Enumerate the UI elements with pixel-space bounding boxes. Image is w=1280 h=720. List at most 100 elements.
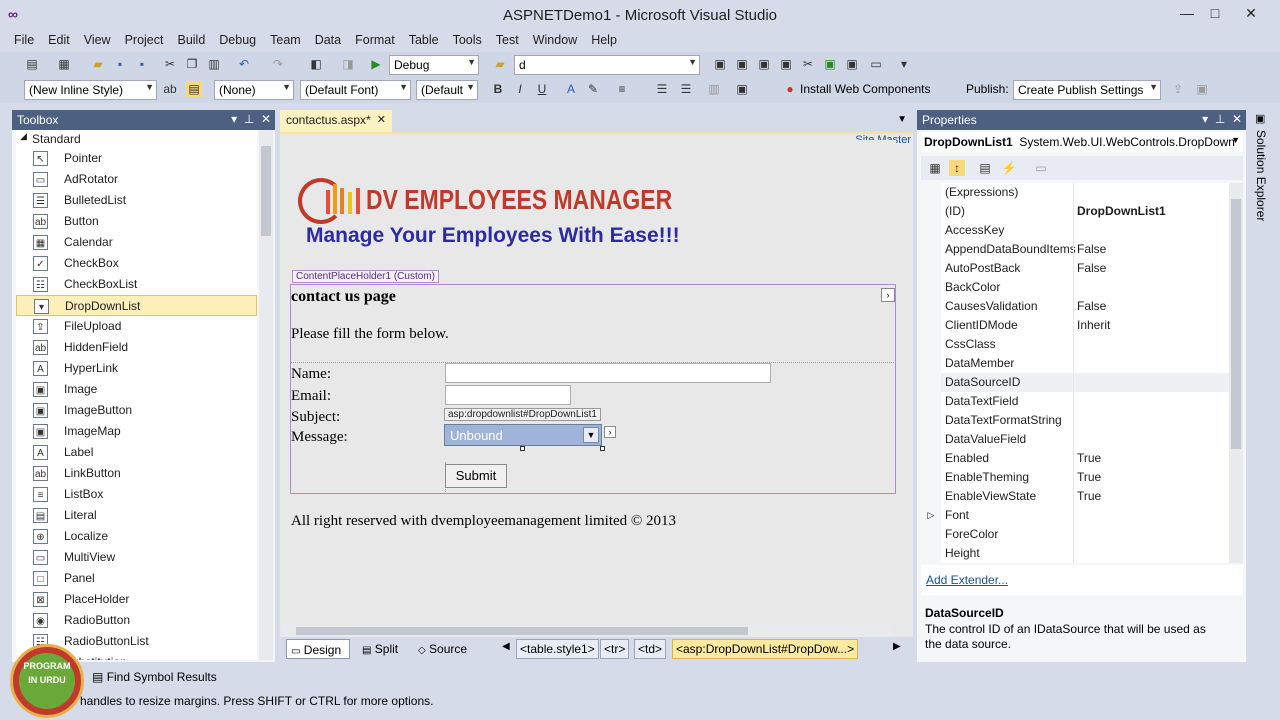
toolbox-item-placeholder[interactable]: ⊠ PlaceHolder	[16, 589, 257, 610]
breadcrumb-dropdownlist[interactable]: <asp:DropDownList#DropDow...>	[672, 639, 859, 659]
events-icon[interactable]: ⚡	[1001, 160, 1017, 176]
menu-help[interactable]: Help	[584, 30, 624, 47]
tab-overflow-icon[interactable]: ▼	[897, 114, 907, 125]
toolbox-item-localize[interactable]: ⊕ Localize	[16, 526, 257, 547]
resize-handle-bottom[interactable]	[520, 446, 525, 451]
name-field[interactable]	[445, 363, 771, 383]
property-row[interactable]: Height	[921, 544, 1229, 563]
alphabetical-icon[interactable]: ↕	[949, 160, 965, 176]
property-row[interactable]: DataTextField	[921, 392, 1229, 411]
properties-scroll-thumb[interactable]	[1231, 199, 1241, 449]
toolbox-item-imagebutton[interactable]: ▣ ImageButton	[16, 400, 257, 421]
dropdown-tag[interactable]: asp:dropdownlist#DropDownList1	[444, 408, 601, 421]
pin-icon[interactable]: ⊥	[1215, 112, 1225, 126]
resize-handle-corner[interactable]	[600, 446, 605, 451]
solution-configuration-select[interactable]: Debug ▼	[389, 55, 479, 75]
smart-tag-icon[interactable]: ›	[881, 288, 895, 302]
cut-icon[interactable]: ✂	[162, 56, 178, 72]
style-apply-icon[interactable]: ab	[162, 81, 178, 97]
content-placeholder[interactable]	[290, 284, 896, 494]
toolbox-item-hyperlink[interactable]: A HyperLink	[16, 358, 257, 379]
toolbar-icon-e[interactable]: ✂	[800, 56, 816, 72]
navigate-forward-icon[interactable]: ◨	[340, 56, 356, 72]
property-value[interactable]: False	[1077, 242, 1106, 256]
toolbar-icon-b[interactable]: ▣	[734, 56, 750, 72]
property-row[interactable]: DataValueField	[921, 430, 1229, 449]
dropdown-icon[interactable]: ▾	[1202, 112, 1208, 126]
new-project-icon[interactable]: ▤	[24, 56, 40, 72]
breadcrumb-left-icon[interactable]: ◀	[502, 641, 510, 652]
dropdown-arrow-icon[interactable]: ▼	[583, 427, 599, 443]
toolbar-icon-d[interactable]: ▣	[778, 56, 794, 72]
property-row[interactable]: AccessKey	[921, 221, 1229, 240]
property-row[interactable]: AppendDataBoundItems False	[921, 240, 1229, 259]
menu-test[interactable]: Test	[489, 30, 526, 47]
design-hscroll-thumb[interactable]	[296, 627, 748, 635]
property-row[interactable]: DataTextFormatString	[921, 411, 1229, 430]
object-selector[interactable]: DropDownList1 System.Web.UI.WebControls.…	[921, 132, 1243, 152]
property-row[interactable]: CssClass	[921, 335, 1229, 354]
toolbox-item-hiddenfield[interactable]: ab HiddenField	[16, 337, 257, 358]
toolbox-item-panel[interactable]: □ Panel	[16, 568, 257, 589]
menu-tools[interactable]: Tools	[446, 30, 489, 47]
start-debugging-icon[interactable]: ▶	[368, 56, 384, 72]
save-all-icon[interactable]: ▪	[134, 56, 150, 72]
toolbox-item-image[interactable]: ▣ Image	[16, 379, 257, 400]
toolbox-item-linkbutton[interactable]: ab LinkButton	[16, 463, 257, 484]
font-color-icon[interactable]: A	[563, 81, 579, 97]
property-row[interactable]: ▷ Font	[921, 506, 1229, 525]
toolbox-item-fileupload[interactable]: ⇪ FileUpload	[16, 316, 257, 337]
properties-view-icon[interactable]: ▤	[977, 160, 993, 176]
property-value[interactable]: False	[1077, 261, 1106, 275]
toolbox-item-button[interactable]: ab Button	[16, 211, 257, 232]
breadcrumb-tr[interactable]: <tr>	[600, 639, 630, 659]
toolbar-icon-h[interactable]: ▭	[868, 56, 884, 72]
dropdown-icon[interactable]: ▾	[231, 112, 237, 126]
toolbox-item-calendar[interactable]: ▦ Calendar	[16, 232, 257, 253]
breadcrumb-td[interactable]: <td>	[634, 639, 667, 659]
toolbox-item-pointer[interactable]: ↖ Pointer	[16, 148, 257, 169]
install-web-components-button[interactable]: Install Web Components	[800, 82, 931, 96]
submit-button[interactable]: Submit	[445, 464, 507, 488]
menu-table[interactable]: Table	[402, 30, 446, 47]
font-size-select[interactable]: (Default ▼	[416, 80, 478, 100]
close-icon[interactable]: ✕	[261, 112, 271, 126]
underline-icon[interactable]: U	[534, 81, 550, 97]
toolbox-item-listbox[interactable]: ≡ ListBox	[16, 484, 257, 505]
dropdown-smart-tag-icon[interactable]: ›	[604, 426, 616, 438]
find-symbol-results-tab[interactable]: ▤ Find Symbol Results	[92, 670, 217, 684]
property-row[interactable]: DataMember	[921, 354, 1229, 373]
property-row[interactable]: DataSourceID	[921, 373, 1229, 392]
toolbox-item-adrotator[interactable]: ▭ AdRotator	[16, 169, 257, 190]
undo-icon[interactable]: ↶	[236, 56, 252, 72]
italic-icon[interactable]: I	[512, 81, 528, 97]
publish-web-icon[interactable]: ▣	[1194, 81, 1210, 97]
numbered-list-icon[interactable]: ☰	[654, 81, 670, 97]
property-row[interactable]: (ID) DropDownList1	[921, 202, 1229, 221]
style-select[interactable]: (New Inline Style) ▼	[24, 80, 157, 100]
minimize-button[interactable]: —	[1174, 2, 1200, 24]
menu-view[interactable]: View	[77, 30, 118, 47]
toolbar-icon-f[interactable]: ▣	[822, 56, 838, 72]
tab-split[interactable]: ▤ Split	[358, 639, 408, 659]
bold-icon[interactable]: B	[490, 81, 506, 97]
menu-data[interactable]: Data	[308, 30, 348, 47]
format-icon[interactable]: ▣	[734, 81, 750, 97]
add-extender-link[interactable]: Add Extender...	[926, 573, 1008, 587]
property-row[interactable]: AutoPostBack False	[921, 259, 1229, 278]
tab-source[interactable]: ◇ Source	[414, 639, 476, 659]
highlight-icon[interactable]: ✎	[585, 81, 601, 97]
breadcrumb-right-icon[interactable]: ▶	[893, 641, 901, 652]
toolbox-item-bulletedlist[interactable]: ☰ BulletedList	[16, 190, 257, 211]
property-row[interactable]: (Expressions)	[921, 183, 1229, 202]
install-web-components-icon[interactable]: ●	[782, 81, 798, 97]
navigate-back-icon[interactable]: ◧	[308, 56, 324, 72]
indent-icon[interactable]: ▥	[706, 81, 722, 97]
property-row[interactable]: EnableTheming True	[921, 468, 1229, 487]
pin-icon[interactable]: ⊥	[244, 112, 254, 126]
font-family-select[interactable]: (Default Font) ▼	[300, 80, 411, 100]
categorized-icon[interactable]: ▦	[927, 160, 943, 176]
menu-team[interactable]: Team	[263, 30, 308, 47]
property-value[interactable]: True	[1077, 470, 1101, 484]
find-combo[interactable]: d ▼	[514, 55, 700, 75]
